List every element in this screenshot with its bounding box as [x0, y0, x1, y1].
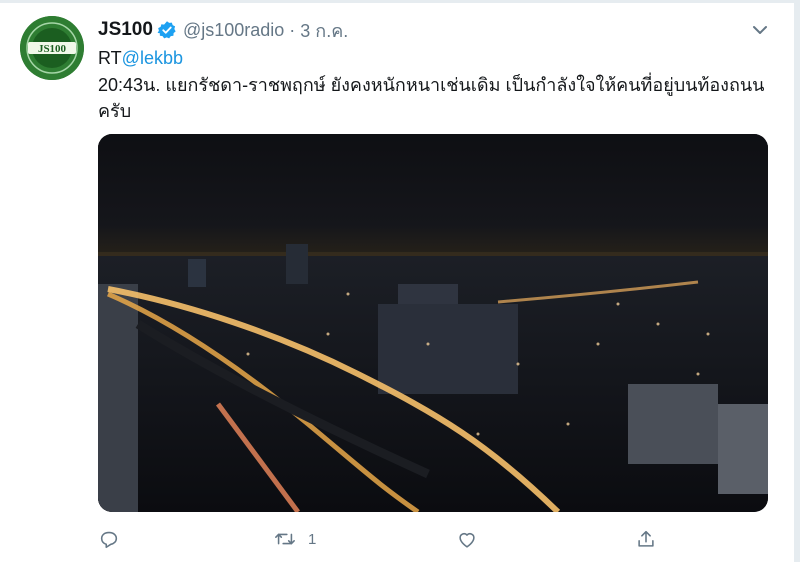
right-divider — [794, 0, 800, 562]
tweet-photo[interactable] — [98, 134, 768, 512]
heart-icon — [459, 532, 475, 548]
mention-link[interactable]: @lekbb — [122, 48, 183, 68]
header-separator: · — [289, 19, 296, 40]
avatar[interactable]: JS100 — [20, 16, 84, 80]
timestamp[interactable]: 3 ก.ค. — [300, 16, 348, 45]
reply-button[interactable] — [98, 524, 120, 554]
share-button[interactable] — [635, 524, 657, 554]
tweet-header: JS100 @js100radio · 3 ก.ค. — [98, 18, 348, 42]
svg-text:JS100: JS100 — [38, 43, 67, 55]
rt-prefix: RT — [98, 48, 122, 68]
retweet-button[interactable]: 1 — [274, 524, 316, 554]
like-button[interactable] — [456, 524, 478, 554]
more-options-chevron-down-icon[interactable] — [750, 20, 770, 40]
user-handle[interactable]: @js100radio — [183, 20, 284, 41]
retweet-count: 1 — [308, 530, 317, 548]
share-icon — [638, 530, 654, 547]
top-divider — [0, 0, 800, 3]
retweet-attribution: RT@lekbb — [98, 48, 183, 69]
reply-icon — [100, 531, 118, 549]
display-name[interactable]: JS100 — [98, 19, 153, 41]
tweet-actions: 1 — [98, 524, 678, 554]
retweet-icon — [275, 533, 295, 545]
js100-logo-icon: JS100 — [20, 16, 84, 80]
tweet-text: 20:43น. แยกรัชดา-ราชพฤกษ์ ยังคงหนักหนาเช… — [98, 75, 765, 121]
verified-badge-icon — [157, 20, 177, 40]
